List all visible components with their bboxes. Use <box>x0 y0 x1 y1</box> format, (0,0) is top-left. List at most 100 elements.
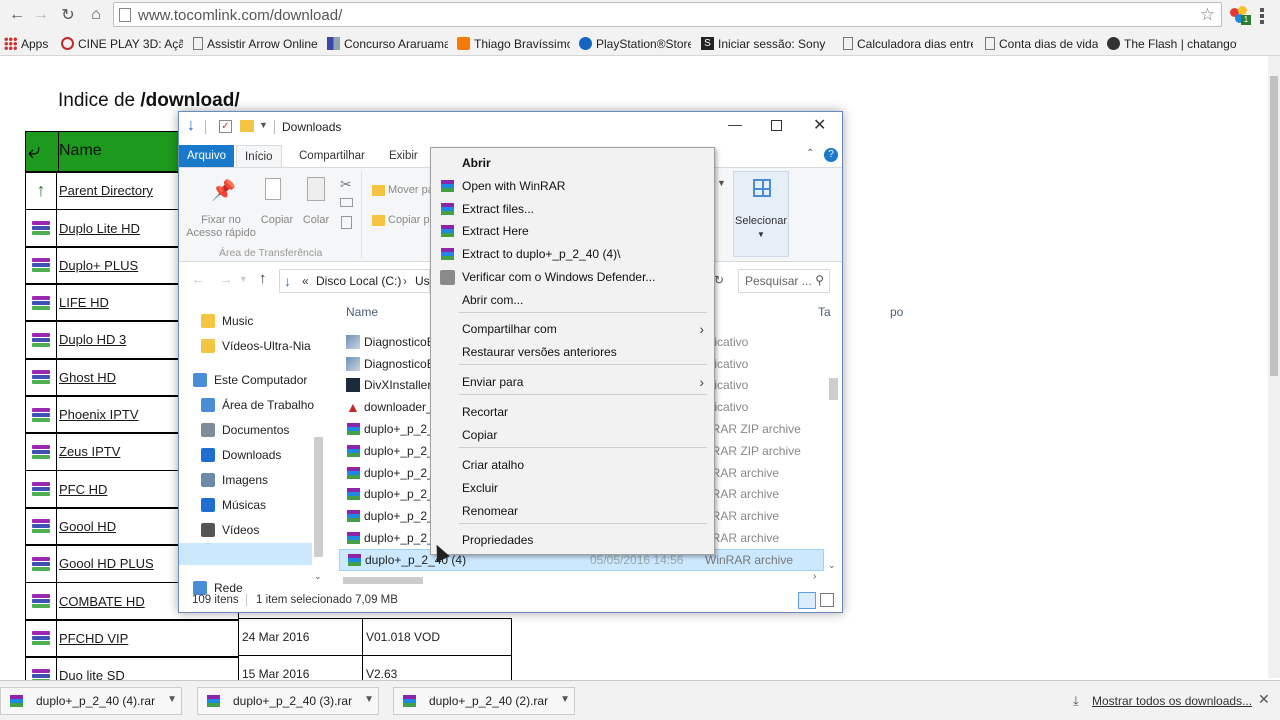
quick-access-dropdown-icon[interactable]: ▼ <box>259 120 268 130</box>
directory-link[interactable]: Zeus IPTV <box>59 444 120 459</box>
chevron-down-icon[interactable]: ⌄ <box>314 571 322 582</box>
search-input[interactable]: Pesquisar ... ⚲ <box>738 269 830 293</box>
bookmark-playstation[interactable]: PlayStation®Store <box>579 35 691 52</box>
directory-link[interactable]: COMBATE HD <box>59 594 145 609</box>
copy-path-icon[interactable] <box>340 198 353 207</box>
menu-item[interactable]: Extract to duplo+_p_2_40 (4)\ <box>431 243 714 265</box>
nav-scrollbar[interactable]: ⌄ <box>312 297 326 587</box>
tab-exibir[interactable]: Exibir <box>381 145 426 167</box>
maximize-button[interactable] <box>771 120 782 131</box>
refresh-icon[interactable]: ↻ <box>714 273 724 287</box>
nav-item[interactable]: Music <box>201 310 253 332</box>
copy-button[interactable]: Copiar <box>259 214 295 227</box>
dropdown-caret-icon[interactable]: ▼ <box>717 178 726 188</box>
column-header-name[interactable]: Name <box>346 305 378 319</box>
up-arrow-icon[interactable]: ↑ <box>259 270 267 287</box>
menu-item[interactable]: Restaurar versões anteriores <box>431 341 714 363</box>
menu-icon[interactable] <box>1260 8 1264 24</box>
download-arrow-icon[interactable]: ↓ <box>187 117 195 135</box>
menu-item[interactable]: Open with WinRAR <box>431 175 714 197</box>
star-icon[interactable]: ☆ <box>1200 5 1215 25</box>
show-all-downloads-link[interactable]: Mostrar todos os downloads... <box>1092 694 1252 708</box>
select-button[interactable]: Selecionar ▼ <box>733 171 789 257</box>
menu-item[interactable]: Criar atalho <box>431 454 714 476</box>
bookmark-araruama[interactable]: Concurso Araruama <box>327 35 448 52</box>
forward-arrow-icon[interactable]: → <box>219 271 233 287</box>
bookmark-thiago[interactable]: Thiago Bravíssimo <box>457 35 570 52</box>
nav-item[interactable]: Downloads <box>201 444 281 466</box>
forward-arrow-icon[interactable]: → <box>30 4 52 26</box>
address-bar[interactable]: www.tocomlink.com/download/ ☆ <box>113 2 1222 27</box>
copy-to-button[interactable]: Copiar p <box>388 214 430 226</box>
pin-quick-access-button[interactable]: Fixar no Acesso rápido <box>183 214 259 240</box>
nav-item[interactable]: Documentos <box>201 419 289 441</box>
chevron-up-icon[interactable]: ⌃ <box>806 148 814 159</box>
menu-item[interactable]: Propriedades <box>431 529 714 551</box>
close-button[interactable]: ✕ <box>813 115 826 135</box>
bookmark-conta-dias[interactable]: Conta dias de vida <box>985 35 1098 52</box>
directory-link[interactable]: PFC HD <box>59 482 107 497</box>
breadcrumb-users[interactable]: Us <box>415 274 430 288</box>
download-item[interactable]: duplo+_p_2_40 (2).rar ▼ <box>393 687 575 715</box>
menu-item[interactable]: Extract Here <box>431 220 714 242</box>
tab-inicio[interactable]: Início <box>236 145 282 167</box>
tab-arquivo[interactable]: Arquivo <box>179 145 234 167</box>
dropdown-caret-icon[interactable]: ▼ <box>560 694 570 705</box>
recent-dropdown-icon[interactable]: ▼ <box>239 274 248 284</box>
menu-item[interactable]: Renomear <box>431 500 714 522</box>
directory-link[interactable]: Duplo HD 3 <box>59 332 126 347</box>
menu-item[interactable]: Verificar com o Windows Defender... <box>431 266 714 288</box>
bookmark-calculadora[interactable]: Calculadora dias entre <box>843 35 973 52</box>
back-arrow-icon[interactable]: ← <box>6 4 28 26</box>
properties-icon[interactable]: ✓ <box>219 120 232 133</box>
move-to-button[interactable]: Mover pa <box>388 184 434 196</box>
large-icons-view-icon[interactable] <box>820 593 834 607</box>
horizontal-scrollbar[interactable]: › <box>339 571 827 586</box>
cut-icon[interactable]: ✂ <box>340 176 352 193</box>
nav-item[interactable]: Vídeos <box>201 519 259 541</box>
paste-button[interactable]: Colar <box>299 214 333 227</box>
bookmark-sony[interactable]: S Iniciar sessão: Sony Er <box>701 35 829 52</box>
directory-link[interactable]: Goool HD PLUS <box>59 556 154 571</box>
menu-item[interactable]: Recortar <box>431 401 714 423</box>
menu-item[interactable]: Copiar <box>431 424 714 446</box>
directory-link[interactable]: Goool HD <box>59 519 116 534</box>
folder-icon[interactable] <box>240 120 254 132</box>
tab-compartilhar[interactable]: Compartilhar <box>291 145 373 167</box>
directory-link[interactable]: Duplo Lite HD <box>59 221 140 236</box>
paste-shortcut-icon[interactable] <box>341 216 352 229</box>
column-header-type[interactable]: po <box>890 305 903 319</box>
copy-icon[interactable] <box>265 178 281 200</box>
page-scrollbar[interactable] <box>1268 56 1280 678</box>
directory-link[interactable]: Parent Directory <box>59 183 153 198</box>
dropdown-caret-icon[interactable]: ▼ <box>364 694 374 705</box>
pin-icon[interactable]: 📌 <box>211 178 236 203</box>
nav-item[interactable]: Área de Trabalho <box>201 394 314 416</box>
directory-link[interactable]: Phoenix IPTV <box>59 407 139 422</box>
nav-item[interactable]: Este Computador <box>193 369 307 391</box>
directory-link[interactable]: LIFE HD <box>59 295 109 310</box>
help-icon[interactable]: ? <box>824 148 838 162</box>
directory-link[interactable]: Duplo+ PLUS <box>59 258 138 273</box>
bookmark-theflash[interactable]: The Flash | chatangoft <box>1107 35 1237 52</box>
menu-item[interactable]: Extract files... <box>431 198 714 220</box>
directory-link[interactable]: PFCHD VIP <box>59 631 128 646</box>
details-view-icon[interactable] <box>798 592 816 609</box>
bookmark-apps[interactable]: Apps <box>4 35 54 52</box>
nav-item[interactable]: Imagens <box>201 469 268 491</box>
reload-icon[interactable]: ↻ <box>57 4 79 26</box>
minimize-button[interactable]: — <box>728 116 742 132</box>
menu-item[interactable]: Abrir <box>431 152 714 174</box>
dropdown-caret-icon[interactable]: ▼ <box>167 694 177 705</box>
menu-item[interactable]: Abrir com... <box>431 289 714 311</box>
nav-item[interactable]: Vídeos-Ultra-Nia <box>201 335 311 357</box>
address-box[interactable]: ↓ « Disco Local (C:) › Us <box>279 269 430 293</box>
breadcrumb-drive[interactable]: Disco Local (C:) <box>316 274 401 288</box>
home-icon[interactable]: ⌂ <box>85 4 107 26</box>
back-arrow-icon[interactable]: ← <box>191 271 205 287</box>
extension-icon[interactable]: 1 <box>1230 6 1252 26</box>
file-scrollbar[interactable]: ⌄ <box>827 323 840 573</box>
paste-icon[interactable] <box>307 177 325 201</box>
menu-item[interactable]: Excluir <box>431 477 714 499</box>
bookmark-arrow[interactable]: Assistir Arrow Online <box>193 35 321 52</box>
